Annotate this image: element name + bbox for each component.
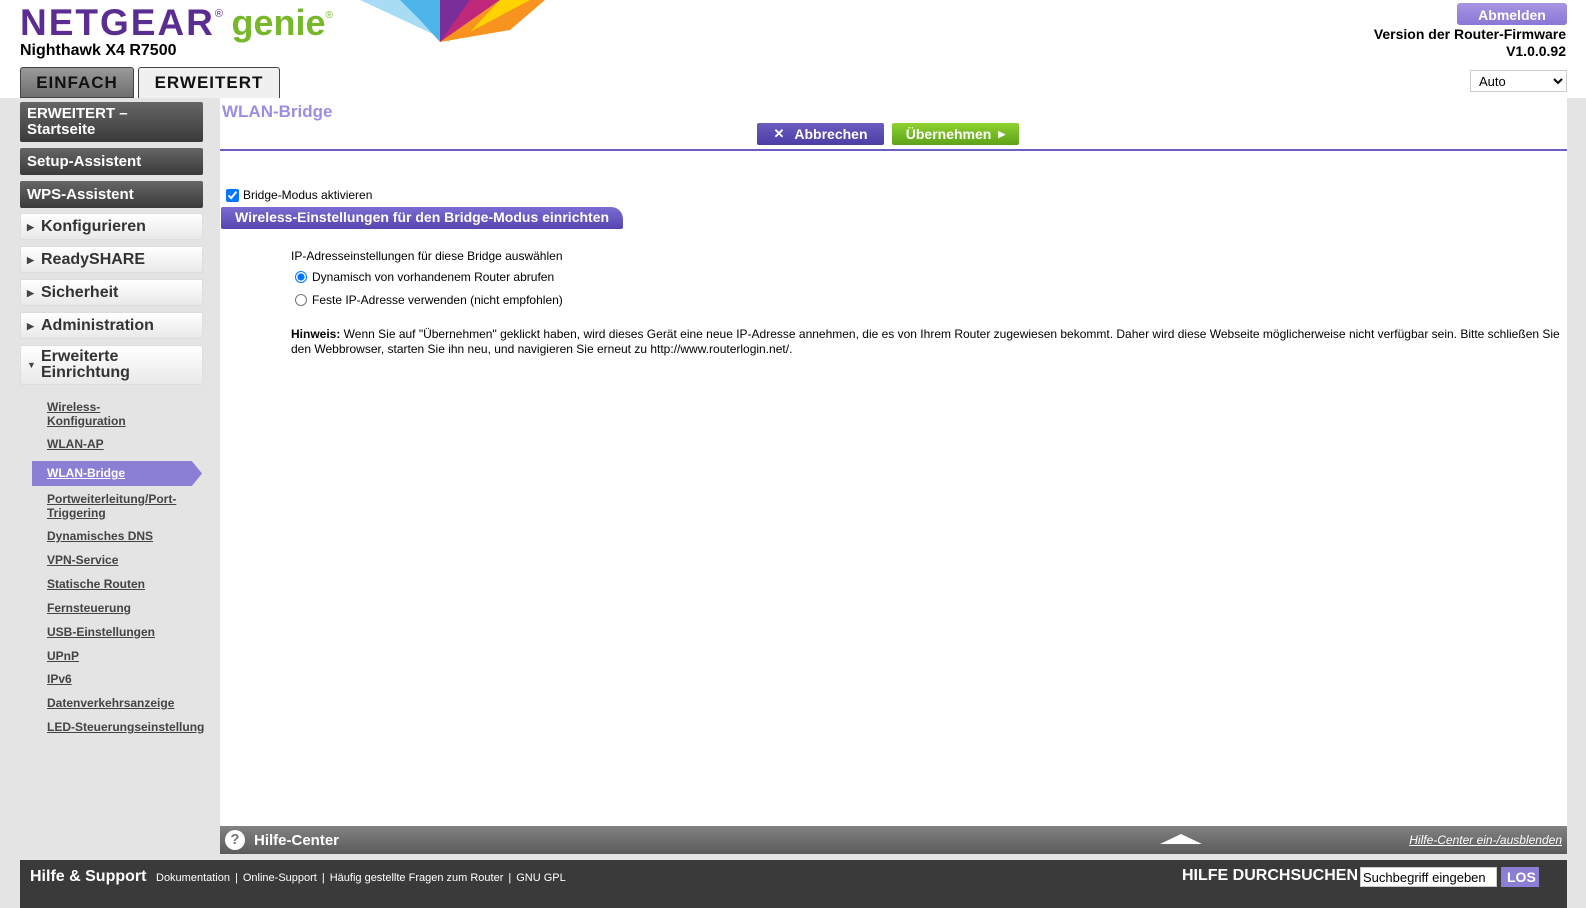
firmware-info: Version der Router-Firmware V1.0.0.92 xyxy=(1374,26,1566,60)
logo-registered-mark-2: ® xyxy=(325,10,333,21)
caret-down-icon: ▼ xyxy=(27,360,36,370)
sidebar-item-erweiterte-einrichtung[interactable]: ▼ Erweiterte Einrichtung xyxy=(20,345,203,385)
footer-separator: | xyxy=(321,872,325,884)
main-content: WLAN-Bridge ✕ Abbrechen Übernehmen ▶ Bridg… xyxy=(220,98,1567,826)
sidebar-item-startseite[interactable]: ERWEITERT – Startseite xyxy=(20,102,203,142)
bridge-mode-row: Bridge-Modus aktivieren xyxy=(226,188,372,202)
footer-separator: | xyxy=(508,872,512,884)
cancel-button-label: Abbrechen xyxy=(794,126,868,142)
sublink-wlan-ap[interactable]: WLAN-AP xyxy=(47,437,104,451)
note-text: Hinweis: Wenn Sie auf "Übernehmen" gekli… xyxy=(291,327,1561,357)
sidebar-item-label: Konfigurieren xyxy=(41,217,146,235)
help-center-bar: ? Hilfe-Center Hilfe-Center ein-/ausblen… xyxy=(220,826,1567,854)
sidebar-item-administration[interactable]: ▶ Administration xyxy=(20,312,203,339)
caret-right-icon: ▶ xyxy=(27,287,34,298)
footer-search-label: HILFE DURCHSUCHEN xyxy=(1182,867,1358,884)
sidebar-item-sicherheit[interactable]: ▶ Sicherheit xyxy=(20,279,203,306)
netgear-genie-logo: NETGEAR® genie® xyxy=(20,2,333,44)
ip-option-dynamic-row: Dynamisch von vorhandenem Router abrufen xyxy=(295,270,554,284)
footer: Hilfe & Support Dokumentation | Online-S… xyxy=(20,860,1567,908)
close-icon: ✕ xyxy=(773,126,785,141)
footer-title: Hilfe & Support xyxy=(30,868,147,885)
bridge-settings-section-button[interactable]: Wireless-Einstellungen für den Bridge-Mo… xyxy=(221,207,623,229)
sublink-upnp[interactable]: UPnP xyxy=(47,649,79,663)
sidebar-item-readyshare[interactable]: ▶ ReadySHARE xyxy=(20,246,203,273)
footer-link-dokumentation[interactable]: Dokumentation xyxy=(156,872,230,884)
ip-option-static-radio[interactable] xyxy=(295,294,307,306)
footer-search-input[interactable] xyxy=(1360,867,1497,887)
ip-option-static-label: Feste IP-Adresse verwenden (nicht empfoh… xyxy=(312,293,563,307)
sidebar-item-label: ReadySHARE xyxy=(41,250,146,268)
note-label: Hinweis: xyxy=(291,327,341,341)
cancel-button[interactable]: ✕ Abbrechen xyxy=(757,123,884,145)
sidebar-item-label: Sicherheit xyxy=(41,283,119,301)
footer-links: Dokumentation | Online-Support | Häufig … xyxy=(156,872,566,884)
language-select[interactable]: Auto xyxy=(1470,70,1567,92)
tab-erweitert-label: ERWEITERT xyxy=(154,73,264,92)
sidebar-item-label: Erweiterte Einrichtung xyxy=(41,348,130,381)
logo-brand: NETGEAR xyxy=(20,2,215,43)
router-model: Nighthawk X4 R7500 xyxy=(20,42,177,59)
sidebar-item-setup-assistent[interactable]: Setup-Assistent xyxy=(20,148,203,175)
ip-settings-title: IP-Adresseinstellungen für diese Bridge … xyxy=(291,249,563,263)
tab-erweitert[interactable]: ERWEITERT xyxy=(138,67,280,98)
sublink-fernsteuerung[interactable]: Fernsteuerung xyxy=(47,601,131,615)
tab-einfach-label: EINFACH xyxy=(36,72,118,92)
sidebar-item-konfigurieren[interactable]: ▶ Konfigurieren xyxy=(20,213,203,240)
tab-einfach[interactable]: EINFACH xyxy=(20,67,134,98)
sublink-statische-routen[interactable]: Statische Routen xyxy=(47,577,145,591)
arrow-right-icon: ▶ xyxy=(998,128,1006,139)
ip-option-static-row: Feste IP-Adresse verwenden (nicht empfoh… xyxy=(295,293,563,307)
logo-registered-mark: ® xyxy=(214,8,224,20)
decorative-shapes-icon xyxy=(360,0,545,42)
sidebar-item-wps-assistent[interactable]: WPS-Assistent xyxy=(20,181,203,208)
help-center-title: Hilfe-Center xyxy=(254,832,340,849)
sidebar-menu: ERWEITERT – Startseite Setup-Assistent W… xyxy=(0,98,220,854)
logo-product: genie xyxy=(231,2,326,43)
sublink-ipv6[interactable]: IPv6 xyxy=(47,672,72,686)
divider xyxy=(220,149,1567,151)
firmware-label: Version der Router-Firmware xyxy=(1373,26,1566,42)
sublink-portweiterleitung[interactable]: Portweiterleitung/Port-Triggering xyxy=(47,492,187,520)
caret-right-icon: ▶ xyxy=(27,320,34,331)
logout-button[interactable]: Abmelden xyxy=(1457,3,1567,25)
bridge-mode-checkbox[interactable] xyxy=(226,188,239,202)
firmware-version: V1.0.0.92 xyxy=(1506,43,1566,59)
apply-button-label: Übernehmen xyxy=(905,126,992,142)
footer-link-faq[interactable]: Häufig gestellte Fragen zum Router xyxy=(330,872,504,884)
header: NETGEAR® genie® Nighthawk X4 R7500 Abmel… xyxy=(0,0,1586,98)
sublink-datenverkehrsanzeige[interactable]: Datenverkehrsanzeige xyxy=(47,696,174,710)
sublink-wireless-konfiguration[interactable]: Wireless-Konfiguration xyxy=(47,400,157,428)
bridge-mode-label: Bridge-Modus aktivieren xyxy=(243,188,373,202)
footer-separator: | xyxy=(235,872,238,884)
sublink-usb-einstellungen[interactable]: USB-Einstellungen xyxy=(47,625,155,639)
footer-search-button[interactable]: LOS xyxy=(1501,867,1539,887)
ip-option-dynamic-radio[interactable] xyxy=(295,271,307,283)
caret-right-icon: ▶ xyxy=(27,254,34,265)
expand-up-icon[interactable] xyxy=(1160,834,1202,844)
sublink-led-steuerungseinstellung[interactable]: LED-Steuerungseinstellung xyxy=(47,720,204,734)
ip-option-dynamic-label: Dynamisch von vorhandenem Router abrufen xyxy=(312,270,555,284)
page-title: WLAN-Bridge xyxy=(222,102,333,121)
sidebar-item-label: Administration xyxy=(41,316,154,334)
note-body: Wenn Sie auf "Übernehmen" geklickt haben… xyxy=(291,327,1560,356)
footer-link-gnu-gpl[interactable]: GNU GPL xyxy=(516,872,566,884)
help-center-toggle-link[interactable]: Hilfe-Center ein-/ausblenden xyxy=(1409,833,1562,847)
sublink-wlan-bridge[interactable]: WLAN-Bridge xyxy=(32,461,202,486)
sublink-dynamisches-dns[interactable]: Dynamisches DNS xyxy=(47,529,153,543)
apply-button[interactable]: Übernehmen ▶ xyxy=(892,123,1019,145)
help-question-icon: ? xyxy=(225,830,245,850)
footer-link-online-support[interactable]: Online-Support xyxy=(243,872,317,884)
caret-right-icon: ▶ xyxy=(27,221,34,232)
sublink-vpn-service[interactable]: VPN-Service xyxy=(47,553,118,567)
